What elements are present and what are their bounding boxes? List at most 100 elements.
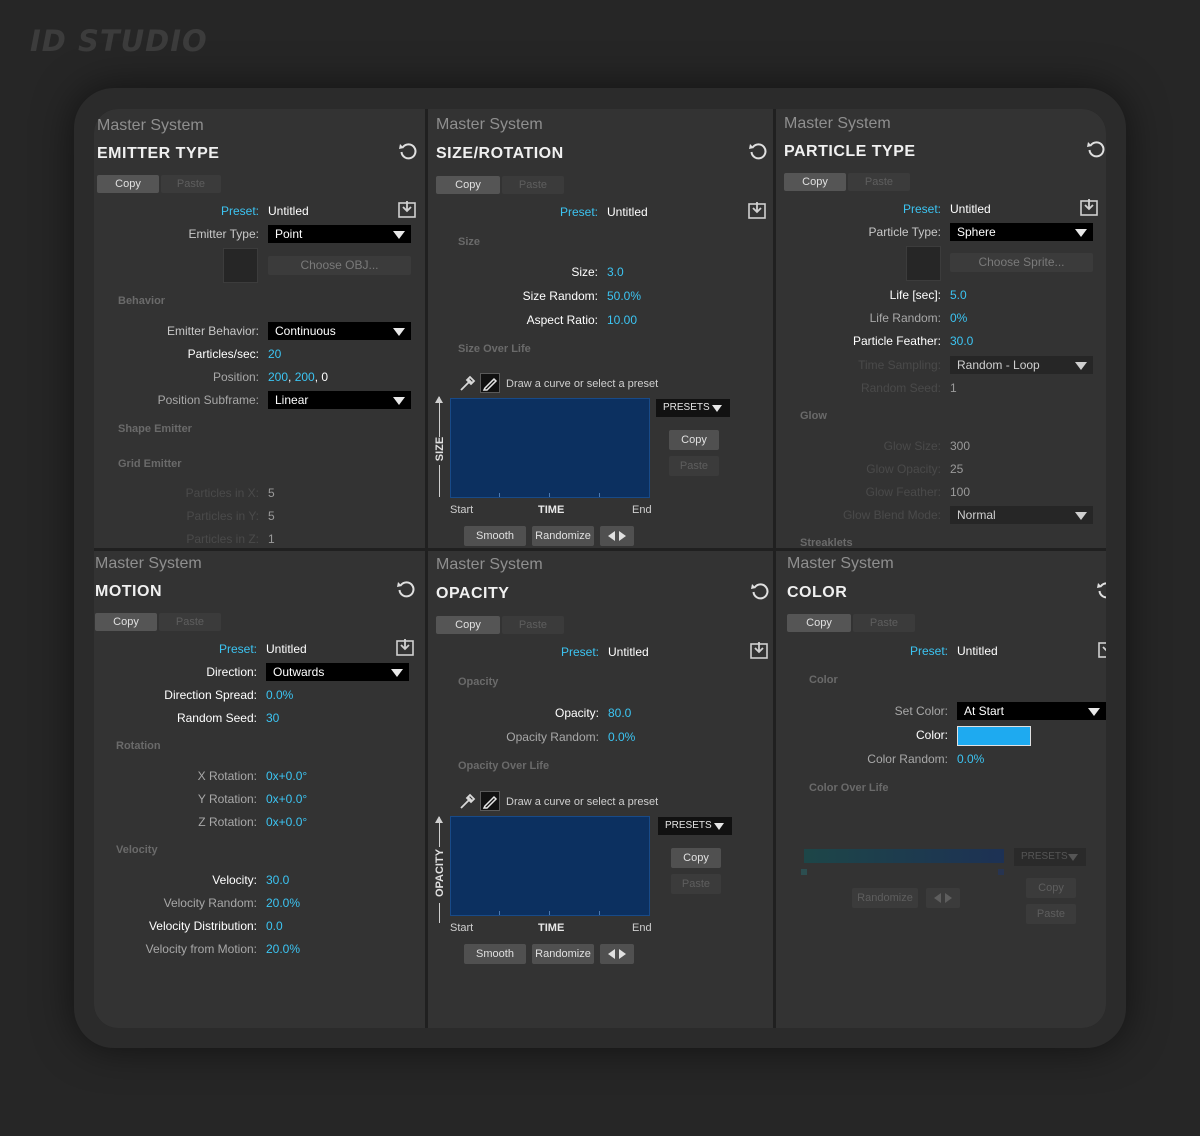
particles-sec-value[interactable]: 20 (268, 347, 281, 361)
reset-icon[interactable] (748, 141, 768, 161)
life-random-value[interactable]: 0% (950, 311, 967, 325)
glow-size-value[interactable]: 300 (950, 439, 970, 453)
reset-icon[interactable] (750, 581, 770, 601)
gradient-stop-left[interactable] (801, 869, 807, 875)
direction-select[interactable]: Outwards (266, 663, 409, 681)
presets-dropdown[interactable]: PRESETS (658, 817, 732, 835)
reset-icon[interactable] (1096, 580, 1106, 600)
obj-thumbnail[interactable] (223, 248, 258, 283)
flip-button[interactable] (600, 944, 634, 964)
sprite-thumbnail[interactable] (906, 246, 941, 281)
save-preset-icon[interactable] (398, 200, 416, 218)
pencil-tool[interactable] (480, 791, 500, 811)
velocity-random-value[interactable]: 20.0% (266, 896, 300, 910)
emitter-type-select[interactable]: Point (268, 225, 411, 243)
velocity-section: Velocity (116, 844, 158, 856)
z-rotation-value[interactable]: 0x+0.0° (266, 815, 307, 829)
paste-button[interactable]: Paste (502, 176, 564, 194)
direction-spread-value[interactable]: 0.0% (266, 688, 293, 702)
velocity-from-motion-value[interactable]: 20.0% (266, 942, 300, 956)
particle-feather-value[interactable]: 30.0 (950, 334, 973, 348)
preset-value: Untitled (268, 204, 309, 218)
curve-copy-button[interactable]: Copy (669, 430, 719, 450)
flip-button[interactable] (600, 526, 634, 546)
paste-button[interactable]: Paste (502, 616, 564, 634)
gradient-stop-right[interactable] (998, 869, 1004, 875)
random-seed-label: Random Seed: (860, 381, 941, 395)
opacity-random-value[interactable]: 0.0% (608, 730, 635, 744)
randomize-button[interactable]: Randomize (532, 526, 594, 546)
size-random-value[interactable]: 50.0% (607, 289, 641, 303)
copy-button[interactable]: Copy (787, 614, 851, 632)
velocity-value[interactable]: 30.0 (266, 873, 289, 887)
copy-button[interactable]: Copy (784, 173, 846, 191)
life-label: Life [sec]: (889, 288, 941, 302)
reset-icon[interactable] (398, 141, 418, 161)
particles-x-value[interactable]: 5 (268, 486, 275, 500)
randomize-button[interactable]: Randomize (852, 888, 918, 908)
particle-type-value: Sphere (957, 225, 996, 239)
glow-opacity-value[interactable]: 25 (950, 462, 963, 476)
flip-button[interactable] (926, 888, 960, 908)
position-z[interactable]: 0 (321, 370, 328, 384)
reset-icon[interactable] (396, 579, 416, 599)
opacity-value[interactable]: 80.0 (608, 706, 631, 720)
presets-dropdown[interactable]: PRESETS (1014, 848, 1086, 866)
position-y[interactable]: 200 (295, 370, 315, 384)
x-rotation-value[interactable]: 0x+0.0° (266, 769, 307, 783)
aspect-ratio-value[interactable]: 10.00 (607, 313, 637, 327)
position-x[interactable]: 200 (268, 370, 288, 384)
save-preset-icon[interactable] (748, 201, 766, 219)
y-rotation-value[interactable]: 0x+0.0° (266, 792, 307, 806)
gradient-paste-button[interactable]: Paste (1026, 904, 1076, 924)
particle-type-select[interactable]: Sphere (950, 223, 1093, 241)
color-random-value[interactable]: 0.0% (957, 752, 984, 766)
particles-z-value[interactable]: 1 (268, 532, 275, 546)
paste-button[interactable]: Paste (159, 613, 221, 631)
eyedropper-icon[interactable] (457, 374, 477, 394)
copy-button[interactable]: Copy (97, 175, 159, 193)
paste-button[interactable]: Paste (161, 175, 221, 193)
random-seed-value[interactable]: 30 (266, 711, 279, 725)
copy-button[interactable]: Copy (436, 616, 500, 634)
paste-button[interactable]: Paste (853, 614, 915, 632)
reset-icon[interactable] (1086, 139, 1106, 159)
set-color-select[interactable]: At Start (957, 702, 1106, 720)
preset-label: Preset: (902, 202, 941, 216)
curve-paste-button[interactable]: Paste (669, 456, 719, 476)
color-swatch[interactable] (957, 726, 1031, 746)
smooth-button[interactable]: Smooth (464, 526, 526, 546)
choose-sprite-button[interactable]: Choose Sprite... (950, 253, 1093, 272)
copy-button[interactable]: Copy (436, 176, 500, 194)
copy-button[interactable]: Copy (95, 613, 157, 631)
time-sampling-select[interactable]: Random - Loop (950, 356, 1093, 374)
randomize-button[interactable]: Randomize (532, 944, 594, 964)
choose-obj-button[interactable]: Choose OBJ... (268, 256, 411, 275)
curve-paste-button[interactable]: Paste (671, 874, 721, 894)
glow-feather-value[interactable]: 100 (950, 485, 970, 499)
glow-blend-select[interactable]: Normal (950, 506, 1093, 524)
gradient-copy-button[interactable]: Copy (1026, 878, 1076, 898)
pencil-tool[interactable] (480, 373, 500, 393)
eyedropper-icon[interactable] (457, 792, 477, 812)
save-preset-icon[interactable] (396, 638, 414, 656)
smooth-button[interactable]: Smooth (464, 944, 526, 964)
size-value[interactable]: 3.0 (607, 265, 624, 279)
curve-copy-button[interactable]: Copy (671, 848, 721, 868)
life-value[interactable]: 5.0 (950, 288, 967, 302)
color-gradient-bar[interactable] (804, 849, 1004, 863)
velocity-distribution-value[interactable]: 0.0 (266, 919, 283, 933)
save-preset-icon[interactable] (750, 641, 768, 659)
save-preset-icon[interactable] (1080, 198, 1098, 216)
particle-feather-label: Particle Feather: (852, 334, 941, 348)
opacity-random-label: Opacity Random: (506, 730, 599, 744)
particles-y-value[interactable]: 5 (268, 509, 275, 523)
paste-button[interactable]: Paste (848, 173, 910, 191)
presets-dropdown[interactable]: PRESETS (656, 399, 730, 417)
random-seed-value[interactable]: 1 (950, 381, 957, 395)
opacity-curve-graph[interactable] (450, 816, 650, 916)
size-curve-graph[interactable] (450, 398, 650, 498)
save-preset-icon[interactable] (1098, 640, 1106, 658)
emitter-behavior-select[interactable]: Continuous (268, 322, 411, 340)
position-subframe-select[interactable]: Linear (268, 391, 411, 409)
